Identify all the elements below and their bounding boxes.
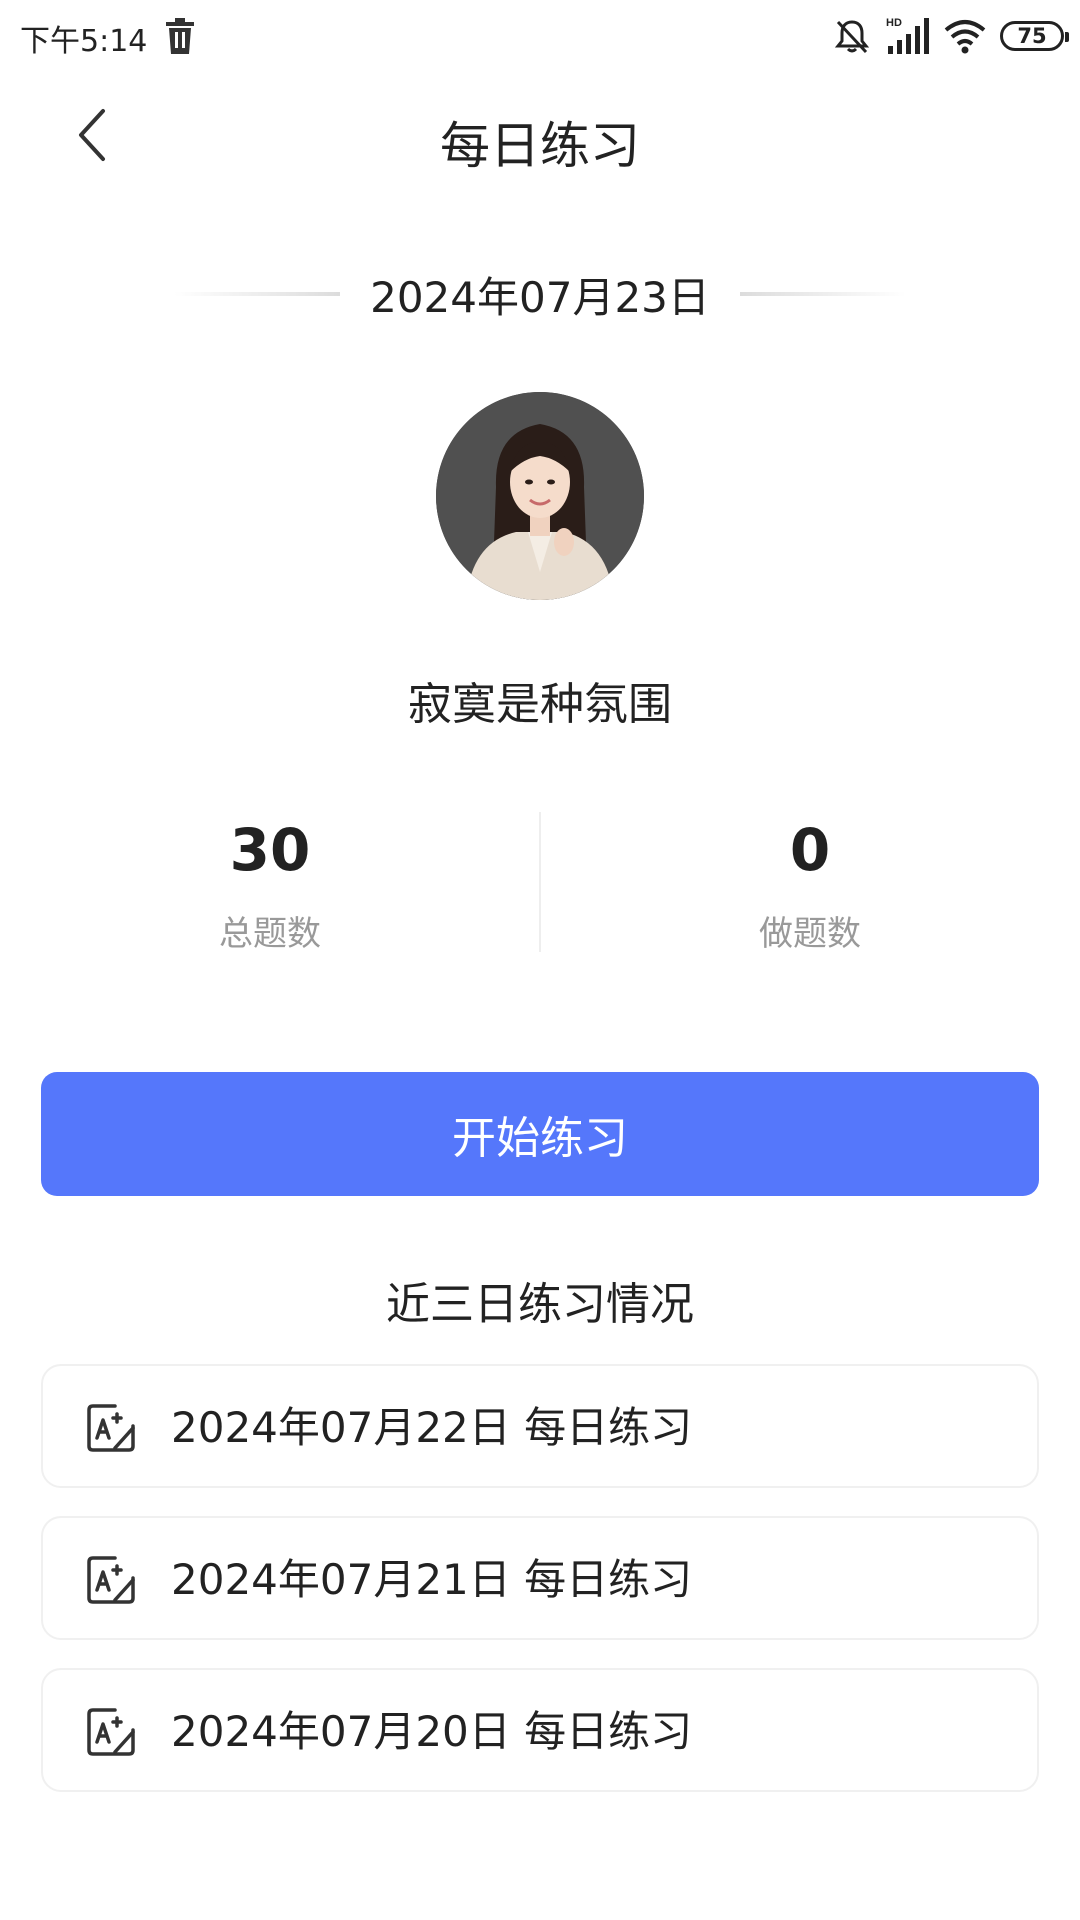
svg-text:HD: HD: [886, 17, 902, 29]
signal-icon: HD: [886, 17, 929, 54]
history-item[interactable]: 2024年07月20日 每日练习: [41, 1668, 1039, 1792]
wifi-icon: [944, 20, 986, 54]
stats-panel: 30 总题数 0 做题数: [0, 812, 1080, 955]
battery-icon: 75: [1000, 21, 1069, 51]
history-list: 2024年07月22日 每日练习 2024年07月21日 每日练习 2024年0…: [41, 1364, 1039, 1820]
date-divider-left: [174, 292, 341, 296]
total-questions-value: 30: [229, 816, 311, 884]
history-item-label: 2024年07月20日 每日练习: [171, 1707, 693, 1756]
history-item[interactable]: 2024年07月22日 每日练习: [41, 1364, 1039, 1488]
current-date: 2024年07月23日: [370, 272, 710, 322]
avatar[interactable]: [436, 392, 644, 600]
battery-level: 75: [1017, 24, 1047, 48]
status-time: 下午5:14: [20, 24, 148, 59]
screen: 下午5:14 HD 75 每日练习 2024年07月23日 寂寞是种氛围 30 …: [0, 0, 1080, 1920]
avatar-photo: [436, 392, 644, 600]
history-item-label: 2024年07月22日 每日练习: [171, 1403, 693, 1452]
stat-done: 0 做题数: [540, 812, 1080, 955]
ai-edit-icon: [87, 1708, 135, 1756]
start-practice-button[interactable]: 开始练习: [41, 1072, 1039, 1196]
stat-total: 30 总题数: [0, 812, 540, 955]
done-questions-label: 做题数: [759, 914, 861, 954]
status-bar: 下午5:14 HD 75: [0, 0, 1080, 72]
date-row: 2024年07月23日: [0, 262, 1080, 326]
header: 每日练习: [0, 80, 1080, 190]
history-item[interactable]: 2024年07月21日 每日练习: [41, 1516, 1039, 1640]
ai-edit-icon: [87, 1556, 135, 1604]
history-item-label: 2024年07月21日 每日练习: [171, 1555, 693, 1604]
ai-edit-icon: [87, 1404, 135, 1452]
mute-icon: [834, 20, 870, 54]
status-icons: HD 75: [832, 14, 1069, 58]
page-title: 每日练习: [440, 117, 640, 175]
total-questions-label: 总题数: [219, 914, 321, 954]
done-questions-value: 0: [789, 816, 831, 884]
trash-icon: [166, 18, 194, 54]
username: 寂寞是种氛围: [408, 679, 672, 730]
date-divider-right: [739, 292, 906, 296]
history-section-title: 近三日练习情况: [386, 1279, 694, 1330]
